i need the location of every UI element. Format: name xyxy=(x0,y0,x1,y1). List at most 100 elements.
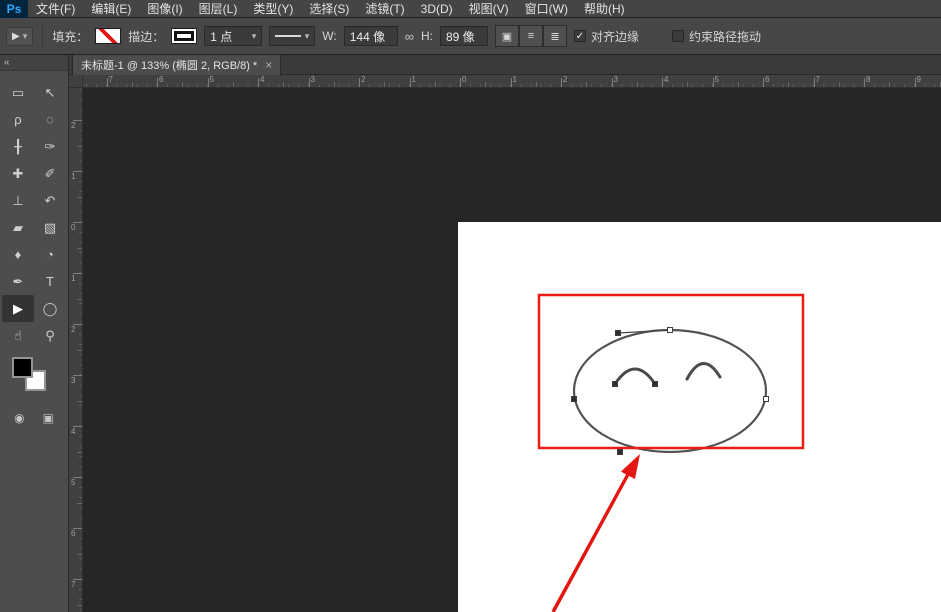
crop-tool[interactable]: ╂ xyxy=(2,133,34,160)
anchor-point[interactable] xyxy=(668,328,673,333)
dodge-tool[interactable]: ◔ xyxy=(34,241,66,268)
tools-panel: « ▭↖ρ◌╂✑✚✐⊥↶▰▧♦◔✒T▶◯☝⚲ ◉▣ xyxy=(0,55,69,612)
ruler-label: 7 xyxy=(109,75,113,84)
path-selection-tool[interactable]: ▶ xyxy=(2,295,34,322)
panel-bottom-icons: ◉▣ xyxy=(0,411,68,425)
ruler-label: 2 xyxy=(71,121,75,130)
anchor-point[interactable] xyxy=(613,382,618,387)
ruler-tick xyxy=(77,146,82,147)
blur-tool[interactable]: ♦ xyxy=(2,241,34,268)
hand-tool[interactable]: ☝ xyxy=(2,322,34,349)
ruler-row: 76543210123456789 xyxy=(69,75,941,88)
ruler-tick xyxy=(384,82,385,87)
menu-file[interactable]: 文件(F) xyxy=(28,0,83,18)
height-input[interactable]: 89 像 xyxy=(440,26,488,46)
document-tab[interactable]: 未标题-1 @ 133% (椭圆 2, RGB/8) * × xyxy=(72,55,281,75)
canvas-area[interactable] xyxy=(83,88,941,612)
collapse-panel-button[interactable]: « xyxy=(0,55,68,71)
canvas-svg xyxy=(83,88,941,612)
tool-preset-picker[interactable]: ▶ ▾ xyxy=(6,27,33,46)
height-label: H: xyxy=(421,29,433,43)
ruler-label: 2 xyxy=(563,75,567,84)
menu-layer[interactable]: 图层(L) xyxy=(191,0,246,18)
menu-3d[interactable]: 3D(D) xyxy=(413,0,461,18)
ruler-origin-corner[interactable] xyxy=(69,75,83,88)
document-tab-bar: 未标题-1 @ 133% (椭圆 2, RGB/8) * × xyxy=(69,55,941,75)
brush-tool[interactable]: ✐ xyxy=(34,160,66,187)
ruler-label: 1 xyxy=(513,75,517,84)
ruler-tick xyxy=(132,82,133,87)
menu-select[interactable]: 选择(S) xyxy=(301,0,357,18)
clone-stamp-tool[interactable]: ⊥ xyxy=(2,187,34,214)
anchor-point[interactable] xyxy=(764,397,769,402)
ruler-tick xyxy=(561,78,562,87)
width-value: 144 像 xyxy=(350,28,385,45)
anchor-point[interactable] xyxy=(618,450,623,455)
menu-help[interactable]: 帮助(H) xyxy=(576,0,633,18)
chevron-down-icon: ▾ xyxy=(23,31,28,42)
lasso-tool[interactable]: ρ xyxy=(2,106,34,133)
menu-view[interactable]: 视图(V) xyxy=(461,0,517,18)
width-input[interactable]: 144 像 xyxy=(344,26,398,46)
path-arrange-button[interactable]: ≣ xyxy=(543,25,567,47)
zoom-tool[interactable]: ⚲ xyxy=(34,322,66,349)
menu-filter[interactable]: 滤镜(T) xyxy=(357,0,412,18)
ellipse-tool[interactable]: ◯ xyxy=(34,295,66,322)
gradient-tool[interactable]: ▧ xyxy=(34,214,66,241)
menu-window[interactable]: 窗口(W) xyxy=(517,0,576,18)
document-area: 未标题-1 @ 133% (椭圆 2, RGB/8) * × 765432101… xyxy=(69,55,941,612)
link-dimensions-icon[interactable]: ∞ xyxy=(405,29,414,44)
anchor-point[interactable] xyxy=(616,331,621,336)
fill-swatch[interactable] xyxy=(95,28,121,44)
ruler-label: 4 xyxy=(71,427,75,436)
stroke-label: 描边： xyxy=(128,28,164,45)
fill-label: 填充： xyxy=(52,28,88,45)
ruler-label: 1 xyxy=(412,75,416,84)
constrain-path-drag-label: 约束路径拖动 xyxy=(689,28,761,45)
horizontal-ruler[interactable]: 76543210123456789 xyxy=(83,75,941,88)
stroke-style-select[interactable]: ▾ xyxy=(269,26,315,46)
pen-tool[interactable]: ✒ xyxy=(2,268,34,295)
stroke-width-select[interactable]: 1 点 ▾ xyxy=(204,26,262,46)
ruler-tick xyxy=(77,299,82,300)
ruler-tick xyxy=(687,82,688,87)
document-canvas[interactable] xyxy=(458,222,941,612)
line-style-sample xyxy=(275,35,300,37)
type-tool[interactable]: T xyxy=(34,268,66,295)
vertical-ruler[interactable]: 2101234567 xyxy=(69,88,83,612)
ruler-label: 9 xyxy=(917,75,921,84)
menu-edit[interactable]: 编辑(E) xyxy=(83,0,139,18)
foreground-color-swatch[interactable] xyxy=(12,357,33,378)
menu-type[interactable]: 类型(Y) xyxy=(245,0,301,18)
menu-image[interactable]: 图像(I) xyxy=(139,0,190,18)
path-selection-icon: ▶ xyxy=(12,31,20,42)
ruler-tick xyxy=(738,82,739,87)
eraser-tool[interactable]: ▰ xyxy=(2,214,34,241)
anchor-point[interactable] xyxy=(653,382,658,387)
align-edges-checkbox[interactable]: ✓ 对齐边缘 xyxy=(574,28,639,45)
checkbox-check-icon: ✓ xyxy=(574,30,586,42)
ruler-tick xyxy=(763,78,764,87)
quick-selection-tool[interactable]: ◌ xyxy=(34,106,66,133)
anchor-point[interactable] xyxy=(572,397,577,402)
constrain-path-drag-checkbox[interactable]: 约束路径拖动 xyxy=(672,28,761,45)
quick-mask-button[interactable]: ◉ xyxy=(14,411,24,425)
screen-mode-button[interactable]: ▣ xyxy=(43,411,54,425)
healing-brush-tool[interactable]: ✚ xyxy=(2,160,34,187)
path-alignment-button[interactable]: ≡ xyxy=(519,25,543,47)
stroke-width-value: 1 点 xyxy=(210,28,232,45)
move-tool[interactable]: ↖ xyxy=(34,79,66,106)
history-brush-tool[interactable]: ↶ xyxy=(34,187,66,214)
chevron-down-icon: ▾ xyxy=(305,31,310,42)
ruler-label: 2 xyxy=(361,75,365,84)
ruler-tick xyxy=(283,82,284,87)
rect-marquee-tool[interactable]: ▭ xyxy=(2,79,34,106)
stroke-swatch[interactable] xyxy=(171,28,197,44)
ruler-label: 6 xyxy=(71,529,75,538)
ruler-label: 3 xyxy=(311,75,315,84)
eyedropper-tool[interactable]: ✑ xyxy=(34,133,66,160)
ruler-tick xyxy=(637,82,638,87)
close-icon[interactable]: × xyxy=(265,58,272,72)
path-operations-button[interactable]: ▣ xyxy=(495,25,519,47)
align-edges-label: 对齐边缘 xyxy=(591,28,639,45)
